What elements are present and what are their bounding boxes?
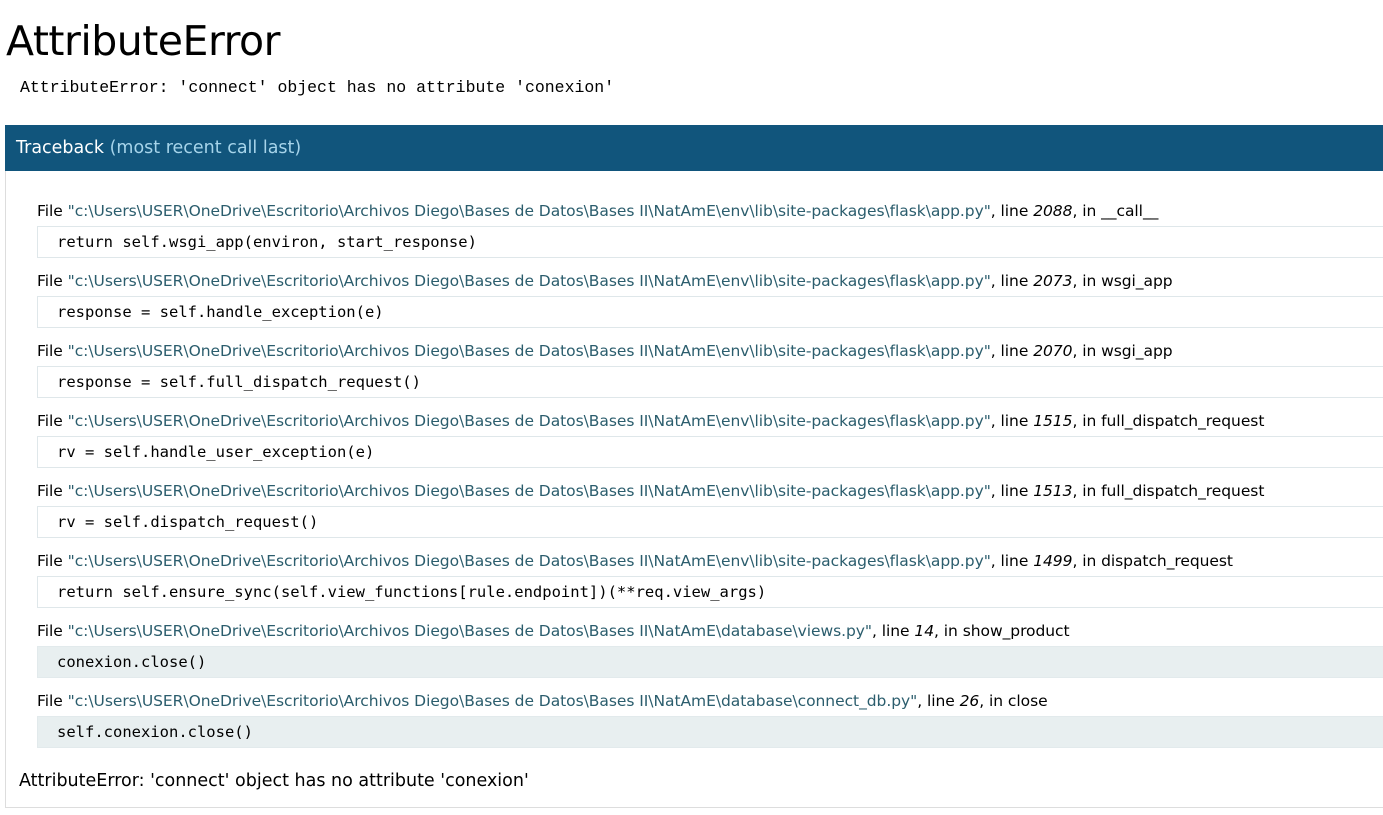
frame-lineno: 2073 — [1033, 272, 1073, 290]
frame-location: File "c:\Users\USER\OneDrive\Escritorio\… — [37, 552, 1233, 570]
traceback-panel: Traceback (most recent call last) File "… — [5, 125, 1383, 808]
frame-function: wsgi_app — [1101, 342, 1173, 360]
frame-function: show_product — [962, 622, 1070, 640]
frame-lineno: 1513 — [1033, 482, 1073, 500]
frame-source-current[interactable]: self.conexion.close() — [37, 716, 1383, 748]
traceback-frame: File "c:\Users\USER\OneDrive\Escritorio\… — [37, 266, 1383, 336]
frame-function: close — [1007, 692, 1048, 710]
frame-location: File "c:\Users\USER\OneDrive\Escritorio\… — [37, 202, 1159, 220]
frame-lineno: 1515 — [1033, 412, 1073, 430]
frame-function: full_dispatch_request — [1101, 412, 1265, 430]
frame-lineno: 1499 — [1033, 552, 1073, 570]
frame-location: File "c:\Users\USER\OneDrive\Escritorio\… — [37, 482, 1265, 500]
frame-filename: "c:\Users\USER\OneDrive\Escritorio\Archi… — [67, 622, 873, 640]
frame-lineno: 14 — [914, 622, 935, 640]
frame-function: __call__ — [1101, 202, 1159, 220]
traceback-header: Traceback (most recent call last) — [5, 125, 1383, 171]
frame-location: File "c:\Users\USER\OneDrive\Escritorio\… — [37, 412, 1265, 430]
traceback-frame: File "c:\Users\USER\OneDrive\Escritorio\… — [37, 546, 1383, 616]
traceback-frame: File "c:\Users\USER\OneDrive\Escritorio\… — [37, 336, 1383, 406]
frame-filename: "c:\Users\USER\OneDrive\Escritorio\Archi… — [67, 272, 991, 290]
frame-function: wsgi_app — [1101, 272, 1173, 290]
frame-source[interactable]: rv = self.dispatch_request() — [37, 506, 1383, 538]
traceback-frame: File "c:\Users\USER\OneDrive\Escritorio\… — [37, 616, 1383, 686]
traceback-frame: File "c:\Users\USER\OneDrive\Escritorio\… — [37, 196, 1383, 266]
frame-filename: "c:\Users\USER\OneDrive\Escritorio\Archi… — [67, 552, 991, 570]
frame-source[interactable]: rv = self.handle_user_exception(e) — [37, 436, 1383, 468]
traceback-frames: File "c:\Users\USER\OneDrive\Escritorio\… — [37, 196, 1383, 756]
frame-location: File "c:\Users\USER\OneDrive\Escritorio\… — [37, 622, 1070, 640]
frame-lineno: 2070 — [1033, 342, 1073, 360]
frame-lineno: 26 — [959, 692, 980, 710]
frame-filename: "c:\Users\USER\OneDrive\Escritorio\Archi… — [67, 412, 991, 430]
page-title: AttributeError — [6, 17, 280, 65]
frame-filename: "c:\Users\USER\OneDrive\Escritorio\Archi… — [67, 482, 991, 500]
traceback-frame: File "c:\Users\USER\OneDrive\Escritorio\… — [37, 476, 1383, 546]
frame-function: dispatch_request — [1101, 552, 1233, 570]
frame-location: File "c:\Users\USER\OneDrive\Escritorio\… — [37, 692, 1048, 710]
frame-filename: "c:\Users\USER\OneDrive\Escritorio\Archi… — [67, 202, 991, 220]
frame-source[interactable]: return self.ensure_sync(self.view_functi… — [37, 576, 1383, 608]
frame-location: File "c:\Users\USER\OneDrive\Escritorio\… — [37, 342, 1173, 360]
final-error-message: AttributeError: 'connect' object has no … — [19, 771, 529, 791]
frame-source[interactable]: return self.wsgi_app(environ, start_resp… — [37, 226, 1383, 258]
frame-function: full_dispatch_request — [1101, 482, 1265, 500]
frame-source[interactable]: response = self.handle_exception(e) — [37, 296, 1383, 328]
frame-location: File "c:\Users\USER\OneDrive\Escritorio\… — [37, 272, 1173, 290]
frame-filename: "c:\Users\USER\OneDrive\Escritorio\Archi… — [67, 692, 918, 710]
frame-filename: "c:\Users\USER\OneDrive\Escritorio\Archi… — [67, 342, 991, 360]
error-message: AttributeError: 'connect' object has no … — [20, 78, 615, 97]
traceback-note: (most recent call last) — [109, 138, 302, 158]
traceback-frame: File "c:\Users\USER\OneDrive\Escritorio\… — [37, 406, 1383, 476]
frame-source[interactable]: response = self.full_dispatch_request() — [37, 366, 1383, 398]
traceback-frame: File "c:\Users\USER\OneDrive\Escritorio\… — [37, 686, 1383, 756]
traceback-label: Traceback — [16, 138, 105, 158]
frame-lineno: 2088 — [1033, 202, 1073, 220]
frame-source-current[interactable]: conexion.close() — [37, 646, 1383, 678]
